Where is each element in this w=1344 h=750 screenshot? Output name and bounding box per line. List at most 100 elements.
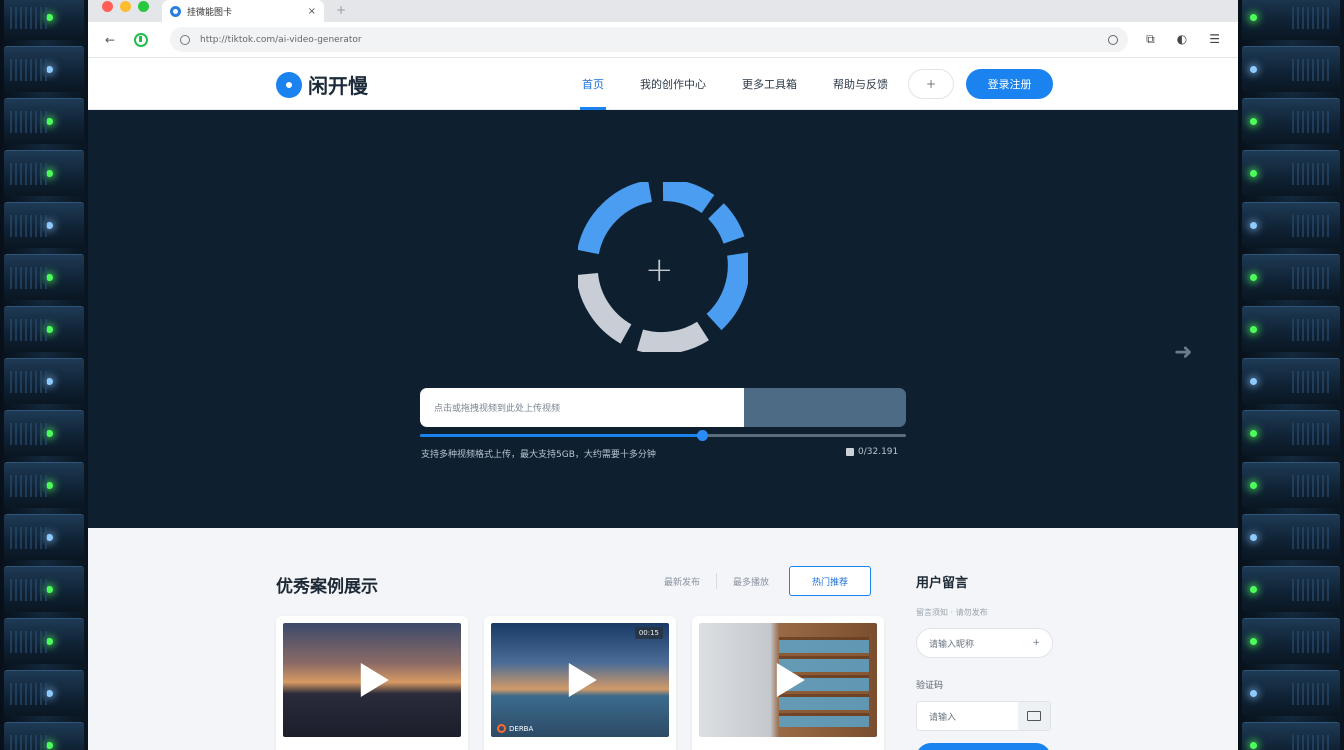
toolbar-icons: ⧉ ◐ ☰ xyxy=(1146,32,1220,47)
status-led-icon xyxy=(1250,326,1257,333)
add-icon[interactable]: + xyxy=(645,250,674,290)
nickname-input[interactable]: 请输入昵称 + xyxy=(916,628,1053,658)
rack-unit xyxy=(4,254,84,300)
author-name: DERBA xyxy=(509,724,534,733)
upload-input[interactable]: 点击或拖拽视频到此处上传视频 xyxy=(420,388,744,427)
maximize-window-button[interactable] xyxy=(138,1,149,12)
status-led-icon xyxy=(1250,14,1257,21)
status-led-icon xyxy=(1250,170,1257,177)
next-arrow-icon[interactable]: ➜ xyxy=(1174,340,1192,365)
submit-button[interactable] xyxy=(916,743,1051,750)
profile-icon[interactable]: ◐ xyxy=(1177,32,1187,47)
vent-grill xyxy=(10,163,48,185)
browser-toolbar: ← http://tiktok.com/ai-video-generator ⧉… xyxy=(88,22,1238,58)
status-led-icon xyxy=(1250,638,1257,645)
site-logo[interactable]: 闲开慢 xyxy=(276,70,368,99)
ring-segment-3 xyxy=(706,252,748,331)
reload-icon[interactable] xyxy=(1108,34,1118,45)
nav-item-creations[interactable]: 我的创作中心 xyxy=(640,58,706,110)
nav-item-tools[interactable]: 更多工具箱 xyxy=(742,58,797,110)
back-button[interactable]: ← xyxy=(100,33,120,47)
status-led-icon xyxy=(1250,586,1257,593)
captcha-image-icon[interactable] xyxy=(1018,702,1050,730)
new-tab-button[interactable]: + xyxy=(336,3,346,17)
favicon-icon xyxy=(170,5,181,17)
rack-unit xyxy=(4,202,84,248)
ring-segment-1 xyxy=(662,182,715,214)
browser-window: 挂微能图卡 × + ← http://tiktok.com/ai-video-g… xyxy=(88,0,1238,750)
shield-icon[interactable] xyxy=(134,32,148,47)
extensions-icon[interactable]: ⧉ xyxy=(1146,32,1155,47)
vent-grill xyxy=(1292,527,1330,549)
vent-grill xyxy=(10,371,48,393)
video-card[interactable] xyxy=(692,616,884,750)
video-thumbnail[interactable] xyxy=(283,623,461,737)
vent-grill xyxy=(1292,215,1330,237)
tab-bar: 挂微能图卡 × + xyxy=(88,0,1238,22)
vent-grill xyxy=(1292,59,1330,81)
filter-latest[interactable]: 最新发布 xyxy=(648,575,716,588)
server-rack-right xyxy=(1238,0,1344,750)
video-card[interactable] xyxy=(276,616,468,750)
nickname-placeholder: 请输入昵称 xyxy=(929,639,975,650)
rack-unit xyxy=(4,306,84,352)
upload-submit-area[interactable] xyxy=(744,388,906,427)
main-nav: 首页 我的创作中心 更多工具箱 帮助与反馈 xyxy=(580,58,888,110)
vent-grill xyxy=(1292,683,1330,705)
site-header: 闲开慢 首页 我的创作中心 更多工具箱 帮助与反馈 + 登录注册 xyxy=(88,58,1238,110)
vent-grill xyxy=(1292,111,1330,133)
vent-grill xyxy=(10,319,48,341)
vent-grill xyxy=(10,59,48,81)
video-card[interactable]: 00:15 DERBA xyxy=(484,616,676,750)
video-thumbnail[interactable]: 00:15 DERBA xyxy=(491,623,669,737)
play-icon[interactable] xyxy=(360,663,389,697)
play-icon[interactable] xyxy=(776,663,805,697)
rack-unit xyxy=(4,46,84,92)
upload-hint: 支持多种视频格式上传，最大支持5GB，大约需要十多分钟 xyxy=(421,450,656,460)
vent-grill xyxy=(10,631,48,653)
close-window-button[interactable] xyxy=(102,1,113,12)
rack-unit xyxy=(1242,514,1340,560)
url-text: http://tiktok.com/ai-video-generator xyxy=(200,34,362,45)
vent-grill xyxy=(10,527,48,549)
minimize-window-button[interactable] xyxy=(120,1,131,12)
rack-unit xyxy=(1242,46,1340,92)
vent-grill xyxy=(10,267,48,289)
search-button[interactable]: + xyxy=(908,69,954,99)
rack-unit xyxy=(1242,410,1340,456)
vent-grill xyxy=(10,215,48,237)
rack-unit xyxy=(4,462,84,508)
address-bar[interactable]: http://tiktok.com/ai-video-generator xyxy=(170,27,1128,52)
rack-unit xyxy=(1242,618,1340,664)
rack-unit xyxy=(4,514,84,560)
content-section: 优秀案例展示 最新发布 最多播放 热门推荐 00:15 DERBA 用户留言 留… xyxy=(88,528,1238,750)
add-icon[interactable]: + xyxy=(1032,638,1040,648)
login-button[interactable]: 登录注册 xyxy=(966,69,1053,99)
logo-icon xyxy=(276,71,302,98)
menu-icon[interactable]: ☰ xyxy=(1209,32,1220,47)
nav-item-help[interactable]: 帮助与反馈 xyxy=(833,58,888,110)
vent-grill xyxy=(1292,631,1330,653)
rack-unit xyxy=(1242,150,1340,196)
status-led-icon xyxy=(1250,222,1257,229)
rack-unit xyxy=(1242,0,1340,40)
tab-close-icon[interactable]: × xyxy=(308,6,316,17)
play-icon[interactable] xyxy=(568,663,597,697)
rack-unit xyxy=(1242,566,1340,612)
filter-hot-button[interactable]: 热门推荐 xyxy=(789,566,872,596)
status-led-icon xyxy=(1250,118,1257,125)
vent-grill xyxy=(10,423,48,445)
captcha-input[interactable]: 请输入 xyxy=(916,701,1051,731)
progress-handle[interactable] xyxy=(696,430,708,441)
vent-grill xyxy=(1292,7,1330,29)
video-thumbnail[interactable] xyxy=(699,623,877,737)
ring-segment-4 xyxy=(636,321,709,352)
vent-grill xyxy=(10,475,48,497)
upload-input-bar[interactable]: 点击或拖拽视频到此处上传视频 xyxy=(420,388,906,427)
browser-tab[interactable]: 挂微能图卡 × xyxy=(162,0,324,22)
filter-most-played[interactable]: 最多播放 xyxy=(717,575,785,588)
rack-unit xyxy=(1242,462,1340,508)
upload-progress[interactable] xyxy=(420,430,906,441)
vent-grill xyxy=(1292,423,1330,445)
nav-item-home[interactable]: 首页 xyxy=(580,58,606,110)
